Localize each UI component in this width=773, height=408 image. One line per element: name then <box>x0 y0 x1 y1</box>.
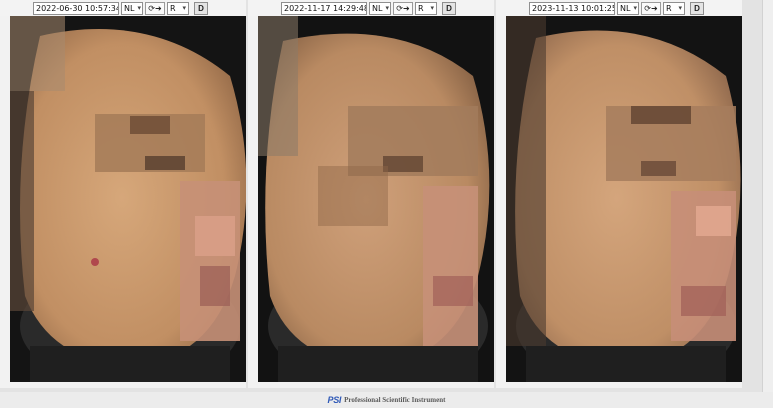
rotate-arrow-icon: ⟳➜ <box>148 3 162 13</box>
rotation-value: R <box>666 3 672 13</box>
rotate-button[interactable]: ⟳➜ <box>393 1 413 15</box>
d-button[interactable]: D <box>442 1 456 15</box>
chevron-down-icon: ▾ <box>137 3 141 12</box>
mode-value: NL <box>124 3 135 13</box>
date-value: 2022-11-17 14:29:48 <box>284 3 367 13</box>
footer-text: Professional Scientific Instrument <box>344 396 446 404</box>
panel-toolbar: 2022-06-30 10:57:34 ▾ NL ▾ ⟳➜ R ▾ D <box>0 0 246 16</box>
face-image <box>10 16 246 382</box>
face-photo[interactable] <box>506 16 742 382</box>
chevron-down-icon: ▾ <box>633 3 637 12</box>
date-select[interactable]: 2022-06-30 10:57:34 ▾ <box>33 1 119 15</box>
rotation-select[interactable]: R ▾ <box>663 1 685 15</box>
mode-select[interactable]: NL ▾ <box>369 1 391 15</box>
chevron-down-icon: ▾ <box>182 3 186 12</box>
face-image <box>506 16 742 382</box>
rotate-arrow-icon: ⟳➜ <box>644 3 658 13</box>
chevron-down-icon: ▾ <box>430 3 434 12</box>
d-button-label: D <box>694 3 700 13</box>
vertical-scrollbar[interactable] <box>762 0 773 392</box>
d-button-label: D <box>446 3 452 13</box>
image-panel-2: 2022-11-17 14:29:48 ▾ NL ▾ ⟳➜ R ▾ D <box>248 0 494 388</box>
panel-toolbar: 2022-11-17 14:29:48 ▾ NL ▾ ⟳➜ R ▾ D <box>248 0 494 16</box>
date-value: 2022-06-30 10:57:34 <box>36 3 119 13</box>
d-button[interactable]: D <box>690 1 704 15</box>
mode-value: NL <box>620 3 631 13</box>
d-button[interactable]: D <box>194 1 208 15</box>
footer: PSI Professional Scientific Instrument <box>0 392 773 408</box>
panel-toolbar: 2023-11-13 10:01:25 ▾ NL ▾ ⟳➜ R ▾ D <box>496 0 742 16</box>
chevron-down-icon: ▾ <box>678 3 682 12</box>
mode-select[interactable]: NL ▾ <box>617 1 639 15</box>
mode-value: NL <box>372 3 383 13</box>
rotation-select[interactable]: R ▾ <box>167 1 189 15</box>
face-photo[interactable] <box>10 16 246 382</box>
mode-select[interactable]: NL ▾ <box>121 1 143 15</box>
rotate-button[interactable]: ⟳➜ <box>145 1 165 15</box>
date-select[interactable]: 2022-11-17 14:29:48 ▾ <box>281 1 367 15</box>
face-photo[interactable] <box>258 16 494 382</box>
face-image <box>258 16 494 382</box>
rotation-value: R <box>418 3 424 13</box>
date-value: 2023-11-13 10:01:25 <box>532 3 615 13</box>
chevron-down-icon: ▾ <box>385 3 389 12</box>
date-select[interactable]: 2023-11-13 10:01:25 ▾ <box>529 1 615 15</box>
psi-logo: PSI <box>327 395 342 405</box>
image-panel-1: 2022-06-30 10:57:34 ▾ NL ▾ ⟳➜ R ▾ D <box>0 0 246 388</box>
rotation-value: R <box>170 3 176 13</box>
rotation-select[interactable]: R ▾ <box>415 1 437 15</box>
image-panel-3: 2023-11-13 10:01:25 ▾ NL ▾ ⟳➜ R ▾ D <box>496 0 742 388</box>
d-button-label: D <box>198 3 204 13</box>
rotate-button[interactable]: ⟳➜ <box>641 1 661 15</box>
rotate-arrow-icon: ⟳➜ <box>396 3 410 13</box>
viewer-area: 2022-06-30 10:57:34 ▾ NL ▾ ⟳➜ R ▾ D <box>0 0 773 392</box>
